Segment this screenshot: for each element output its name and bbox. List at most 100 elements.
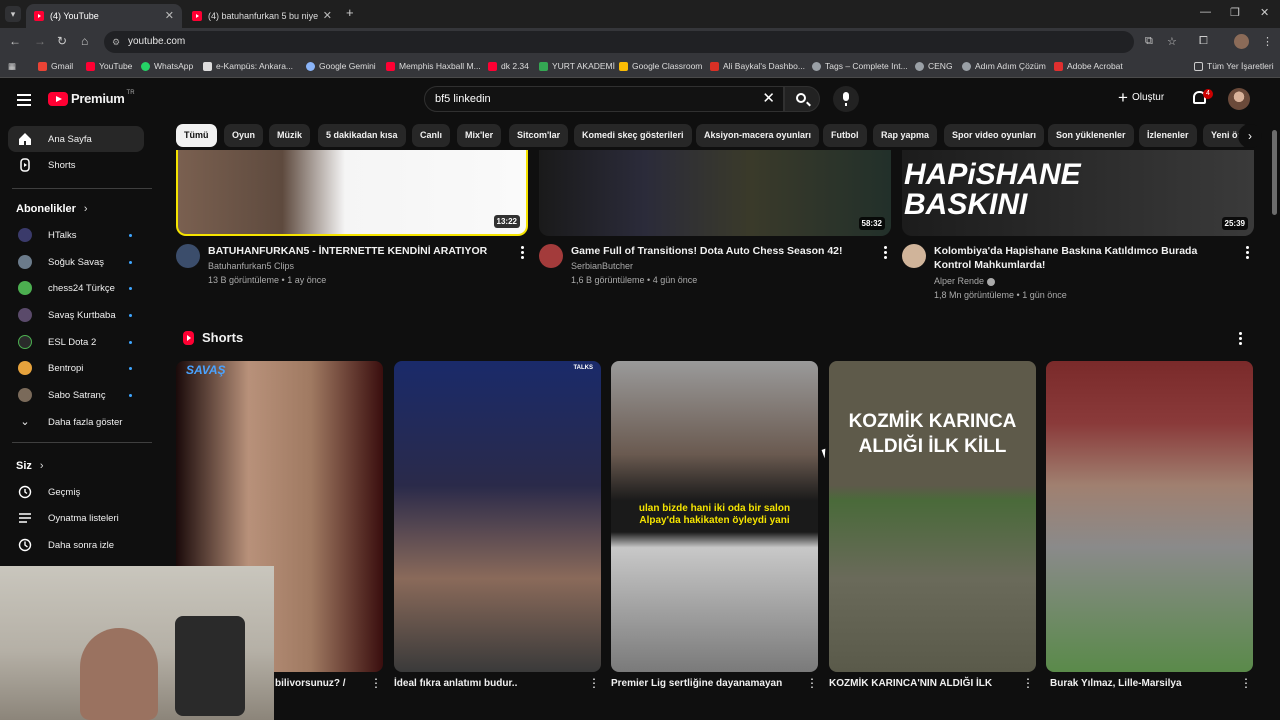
voice-search-button[interactable]: [833, 86, 859, 112]
short-thumbnail[interactable]: TALKS: [394, 361, 601, 672]
sidebar-item-shorts[interactable]: Shorts: [8, 152, 144, 178]
show-more-button[interactable]: ⌄ Daha fazla göster: [8, 409, 144, 435]
minimize-icon[interactable]: —: [1200, 6, 1211, 18]
channel-name[interactable]: Batuhanfurkan5 Clips: [208, 259, 294, 273]
more-options-icon[interactable]: ⋮: [588, 676, 600, 690]
you-heading[interactable]: Siz ›: [16, 460, 44, 472]
short-thumbnail[interactable]: [1046, 361, 1253, 672]
sidebar-item-savas-kurtbaba[interactable]: Savaş Kurtbaba: [8, 302, 144, 328]
channel-avatar[interactable]: [539, 244, 563, 268]
chip-canli[interactable]: Canlı: [412, 124, 451, 147]
more-options-icon[interactable]: [884, 246, 887, 261]
sidebar-item-soguk-savas[interactable]: Soğuk Savaş: [8, 249, 144, 275]
home-icon[interactable]: ⌂: [81, 34, 88, 48]
chip-sitcom[interactable]: Sitcom'lar: [509, 124, 569, 147]
chip-5dk[interactable]: 5 dakikadan kısa: [318, 124, 406, 147]
sidebar-item-playlists[interactable]: Oynatma listeleri: [8, 505, 144, 531]
sidebar-item-chess24[interactable]: chess24 Türkçe: [8, 275, 144, 301]
back-icon[interactable]: ←: [9, 34, 21, 48]
account-avatar[interactable]: [1228, 88, 1250, 110]
chip-aksiyon[interactable]: Aksiyon-macera oyunları: [696, 124, 820, 147]
scrollbar-thumb[interactable]: [1272, 130, 1277, 215]
bookmark-tags[interactable]: Tags – Complete Int...: [812, 61, 908, 71]
sidebar-item-history[interactable]: Geçmiş: [8, 479, 144, 505]
youtube-premium-logo[interactable]: Premium TR: [48, 90, 135, 106]
bookmark-ceng[interactable]: CENG: [915, 61, 953, 71]
subscriptions-heading[interactable]: Abonelikler ›: [16, 203, 88, 215]
chip-futbol[interactable]: Futbol: [823, 124, 867, 147]
chip-komedi[interactable]: Komedi skeç gösterileri: [574, 124, 692, 147]
chevron-right-icon[interactable]: ›: [1238, 124, 1262, 148]
bookmark-star-icon[interactable]: ☆: [1167, 35, 1177, 48]
more-options-icon[interactable]: [521, 246, 524, 261]
bookmark-yurt-akademi[interactable]: YURT AKADEMİ: [539, 61, 615, 71]
extensions-icon[interactable]: ⧠: [1199, 35, 1208, 48]
new-tab-button[interactable]: +: [346, 5, 354, 20]
video-thumbnail[interactable]: 58:32: [539, 150, 891, 236]
short-thumbnail[interactable]: KOZMİK KARINCA ALDIĞI İLK KİLL: [829, 361, 1036, 672]
short-title[interactable]: Premier Lig sertliğine dayanamayan: [611, 678, 782, 689]
video-title[interactable]: Game Full of Transitions! Dota Auto Ches…: [571, 244, 871, 258]
bookmark-dashboard[interactable]: Ali Baykal's Dashbo...: [710, 61, 805, 71]
chip-son[interactable]: Son yüklenenler: [1048, 124, 1134, 147]
browser-tab-batuhan[interactable]: (4) batuhanfurkan 5 bu niye bu ✕: [184, 4, 340, 28]
short-thumbnail[interactable]: ulan bizde hani iki oda bir salon Alpay'…: [611, 361, 818, 672]
sidebar-item-home[interactable]: Ana Sayfa: [8, 126, 144, 152]
sidebar-item-esl-dota2[interactable]: ESL Dota 2: [8, 329, 144, 355]
bookmark-acrobat[interactable]: Adobe Acrobat: [1054, 61, 1123, 71]
more-options-icon[interactable]: [1246, 246, 1249, 261]
bookmark-gmail[interactable]: Gmail: [38, 61, 73, 71]
video-thumbnail[interactable]: 13:22: [176, 150, 528, 236]
bookmark-adim-adim[interactable]: Adım Adım Çözüm: [962, 61, 1046, 71]
reload-icon[interactable]: ↻: [57, 34, 67, 48]
bookmark-gemini[interactable]: Google Gemini: [306, 61, 376, 71]
short-title[interactable]: Burak Yılmaz, Lille-Marsilya: [1050, 678, 1182, 689]
bookmark-whatsapp[interactable]: WhatsApp: [141, 61, 193, 71]
video-title[interactable]: BATUHANFURKAN5 - İNTERNETTE KENDİNİ ARAT…: [208, 244, 508, 258]
browser-profile-avatar[interactable]: [1234, 34, 1249, 49]
chip-izlenenler[interactable]: İzlenenler: [1139, 124, 1197, 147]
close-tab-icon[interactable]: ✕: [323, 9, 332, 22]
menu-icon[interactable]: [17, 94, 31, 109]
more-options-icon[interactable]: [1239, 332, 1242, 347]
chip-mix[interactable]: Mix'ler: [457, 124, 502, 147]
search-input[interactable]: bf5 linkedin ✕: [424, 86, 784, 112]
short-title[interactable]: bilivorsunuz? /: [275, 678, 346, 689]
video-title[interactable]: Kolombiya'da Hapishane Baskına Katıldımc…: [934, 244, 1234, 272]
tab-search-button[interactable]: ▾: [5, 6, 21, 22]
browser-menu-icon[interactable]: ⋮: [1262, 35, 1273, 48]
window-close-icon[interactable]: ✕: [1260, 6, 1269, 19]
more-options-icon[interactable]: ⋮: [1022, 676, 1034, 690]
sidebar-item-watch-later[interactable]: Daha sonra izle: [8, 532, 144, 558]
restore-icon[interactable]: ❐: [1230, 6, 1240, 19]
search-button[interactable]: [784, 86, 820, 112]
channel-name[interactable]: SerbianButcher: [571, 259, 633, 273]
bookmark-dk[interactable]: dk 2.34: [488, 61, 529, 71]
channel-avatar[interactable]: [176, 244, 200, 268]
create-button[interactable]: + Oluştur: [1118, 89, 1164, 106]
short-title[interactable]: KOZMİK KARINCA'NIN ALDIĞI İLK: [829, 678, 992, 689]
channel-avatar[interactable]: [902, 244, 926, 268]
browser-tab-youtube[interactable]: (4) YouTube ✕: [26, 4, 182, 28]
forward-icon[interactable]: →: [34, 34, 46, 48]
apps-icon[interactable]: ▦: [8, 61, 16, 72]
sidebar-item-bentropi[interactable]: Bentropi: [8, 355, 144, 381]
short-title[interactable]: İdeal fıkra anlatımı budur..: [394, 678, 517, 689]
bookmark-memphis[interactable]: Memphis Haxball M...: [386, 61, 481, 71]
channel-name[interactable]: Alper Rende: [934, 274, 995, 288]
video-thumbnail[interactable]: HAPiSHANE BASKINI 25:39: [902, 150, 1254, 236]
chip-rap[interactable]: Rap yapma: [873, 124, 938, 147]
bookmark-classroom[interactable]: Google Classroom: [619, 61, 702, 71]
site-info-icon[interactable]: ⚙: [112, 31, 120, 53]
cast-icon[interactable]: ⧉: [1145, 35, 1153, 48]
all-bookmarks[interactable]: Tüm Yer İşaretleri: [1194, 61, 1274, 71]
sidebar-item-sabo-satranc[interactable]: Sabo Satranç: [8, 382, 144, 408]
close-tab-icon[interactable]: ✕: [165, 9, 174, 22]
more-options-icon[interactable]: ⋮: [370, 676, 382, 690]
chip-oyun[interactable]: Oyun: [224, 124, 264, 147]
chip-muzik[interactable]: Müzik: [269, 124, 311, 147]
clear-search-icon[interactable]: ✕: [762, 87, 775, 111]
chip-all[interactable]: Tümü: [176, 124, 217, 147]
more-options-icon[interactable]: ⋮: [1240, 676, 1252, 690]
sidebar-item-htalks[interactable]: HTalks: [8, 222, 144, 248]
